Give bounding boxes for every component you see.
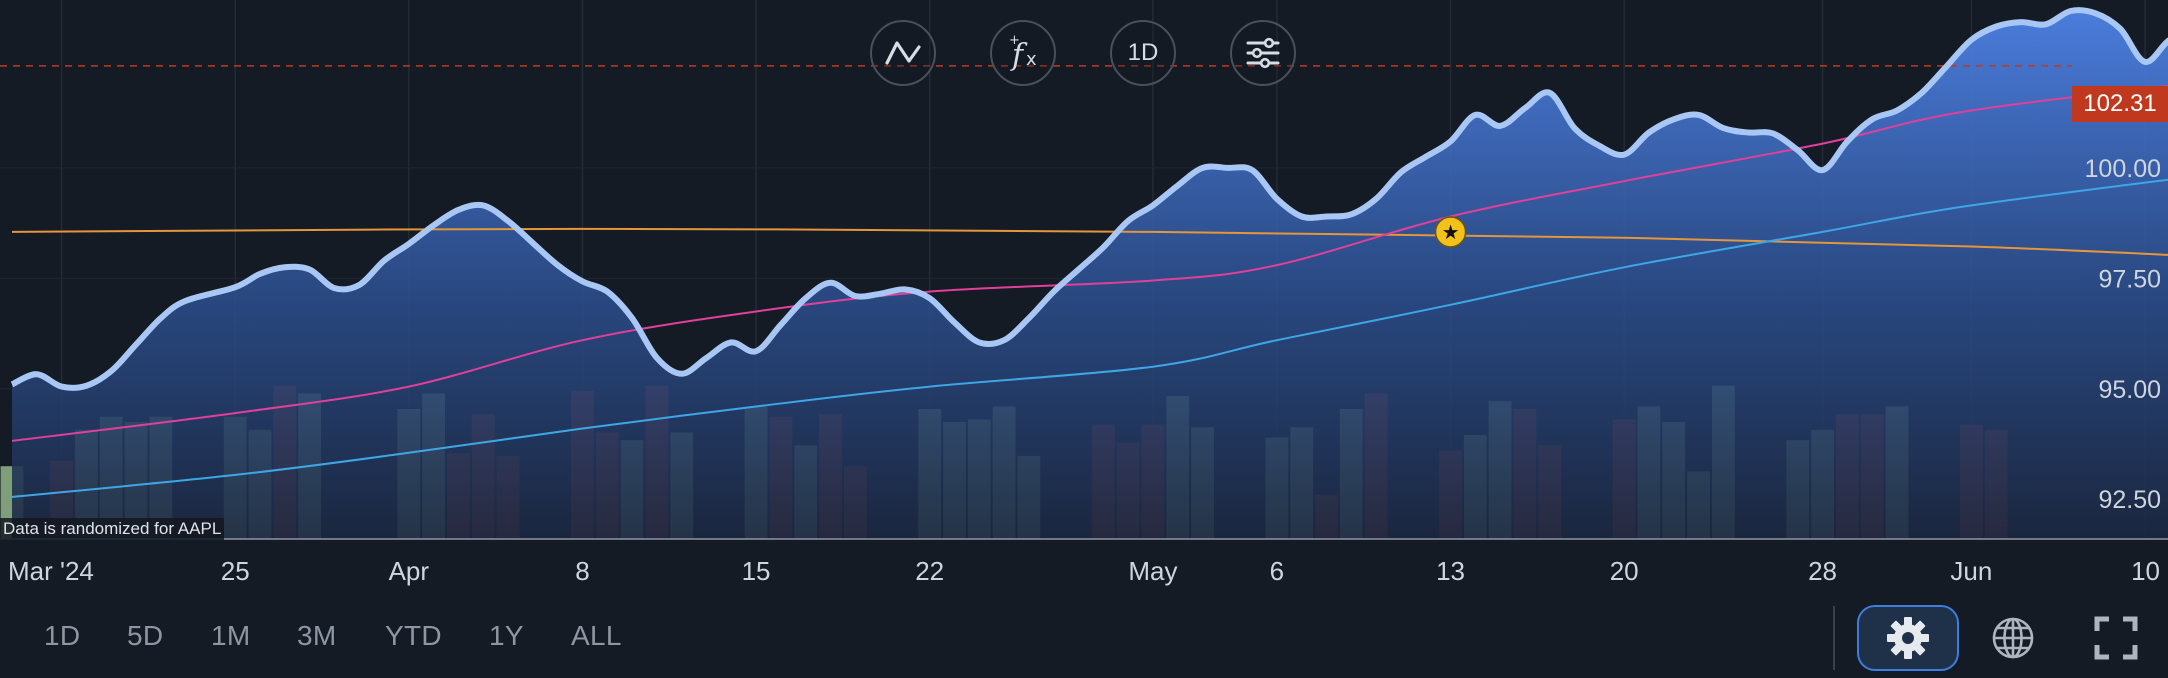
x-tick-label-4: 15 <box>742 556 771 586</box>
x-tick-label-11: Jun <box>1950 556 1992 586</box>
chart-type-button[interactable] <box>870 20 936 86</box>
indicators-button[interactable]: + f x <box>990 20 1056 86</box>
x-tick-label-3: 8 <box>575 556 589 586</box>
x-tick-label-5: 22 <box>915 556 944 586</box>
range-button-1d[interactable]: 1D <box>44 620 80 652</box>
data-disclaimer: Data is randomized for AAPL <box>0 518 225 540</box>
range-button-5d[interactable]: 5D <box>127 620 163 652</box>
x-tick-label-6: May <box>1128 556 1177 586</box>
y-tick-label-2: 97.50 <box>2098 265 2161 293</box>
x-tick-label-1: 25 <box>221 556 250 586</box>
sliders-icon <box>1246 37 1280 69</box>
star-icon: ★ <box>1442 220 1460 244</box>
function-fx-icon: + f x <box>1009 33 1037 73</box>
line-chart-icon <box>885 41 921 65</box>
language-button[interactable] <box>1985 605 2041 671</box>
x-tick-label-0: Mar '24 <box>8 556 94 586</box>
price-chart[interactable]: ★ Mar '24 25 Apr 8 15 22 May 6 13 20 28 Jun 10 92.50… <box>0 0 2168 678</box>
range-button-all[interactable]: ALL <box>571 620 622 652</box>
last-price-tag: 102.31 <box>2072 86 2168 122</box>
range-button-1y[interactable]: 1Y <box>489 620 524 652</box>
fullscreen-icon <box>2094 616 2138 660</box>
y-tick-label-0: 92.50 <box>2098 486 2161 514</box>
x-axis-ticks: Mar '24 25 Apr 8 15 22 May 6 13 20 28 Jun 10 <box>8 556 2160 586</box>
y-tick-label-1: 95.00 <box>2098 376 2161 404</box>
y-tick-label-3: 100.00 <box>2085 155 2161 183</box>
star-marker: ★ <box>1434 216 1467 248</box>
price-area <box>12 10 2168 539</box>
svg-text:x: x <box>1026 49 1037 70</box>
interval-button[interactable]: 1D <box>1110 20 1176 86</box>
x-tick-label-10: 28 <box>1808 556 1837 586</box>
x-tick-label-9: 20 <box>1610 556 1639 586</box>
globe-icon <box>1992 617 2034 659</box>
range-button-1m[interactable]: 1M <box>211 620 251 652</box>
settings-button[interactable] <box>1857 605 1959 671</box>
gear-icon <box>1887 617 1929 659</box>
x-tick-label-12: 10 <box>2131 556 2160 586</box>
fullscreen-button[interactable] <box>2090 605 2142 671</box>
x-tick-label-2: Apr <box>389 556 430 586</box>
toolbar-divider <box>1833 606 1835 670</box>
x-tick-label-7: 6 <box>1270 556 1284 586</box>
interval-label: 1D <box>1127 39 1159 66</box>
chart-settings-button[interactable] <box>1230 20 1296 86</box>
x-tick-label-8: 13 <box>1436 556 1465 586</box>
range-button-3m[interactable]: 3M <box>297 620 337 652</box>
range-button-ytd[interactable]: YTD <box>385 620 442 652</box>
